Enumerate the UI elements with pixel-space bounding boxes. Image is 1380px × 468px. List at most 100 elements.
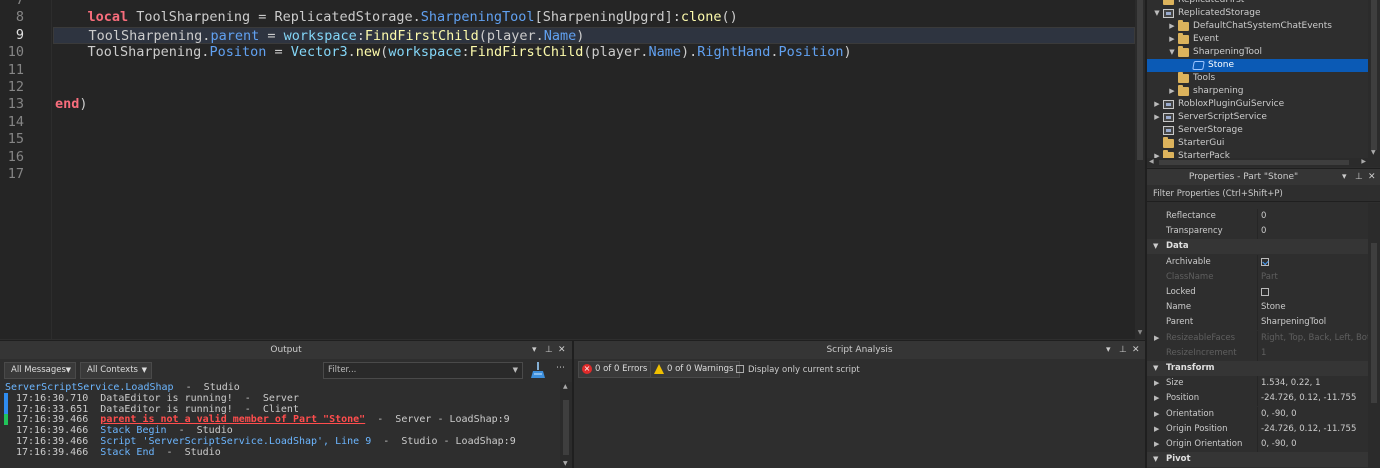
pin-icon[interactable]: ⊥ — [1119, 341, 1127, 359]
output-log-segment[interactable]: Stack Begin — [100, 425, 166, 436]
explorer-item[interactable]: ▼ ReplicatedStorage — [1147, 7, 1368, 20]
code-line[interactable]: end) — [53, 96, 1135, 113]
properties-filter-input[interactable]: Filter Properties (Ctrl+Shift+P) — [1147, 186, 1380, 202]
code-line[interactable] — [53, 131, 1135, 148]
code-line[interactable]: local ToolSharpening = ReplicatedStorage… — [53, 9, 1135, 26]
explorer-horizontal-scrollbar[interactable]: ◀ ▶ — [1147, 158, 1368, 167]
code-area[interactable]: local ToolSharpening = ReplicatedStorage… — [53, 0, 1135, 339]
scroll-down-arrow-icon[interactable]: ▼ — [563, 460, 568, 468]
property-row[interactable]: ▶ Orientation 0, -90, 0 — [1147, 406, 1368, 422]
explorer-item[interactable]: ▶ sharpening — [1147, 85, 1368, 98]
pin-icon[interactable]: ⊥ — [545, 341, 553, 359]
property-row[interactable]: ▶ ResizeableFaces Right, Top, Back, Left, … — [1147, 330, 1368, 346]
explorer-hscroll-thumb[interactable] — [1159, 160, 1349, 165]
code-line[interactable] — [53, 166, 1135, 183]
panel-divider[interactable] — [1145, 0, 1147, 468]
close-icon[interactable]: ✕ — [1368, 169, 1376, 185]
property-row[interactable]: Archivable — [1147, 254, 1368, 270]
property-row[interactable]: ▶ Position -24.726, 0.12, -11.755 — [1147, 391, 1368, 407]
clear-output-icon[interactable] — [530, 361, 546, 379]
property-row[interactable]: ClassName Part — [1147, 269, 1368, 285]
property-row[interactable]: Transparency 0 — [1147, 224, 1368, 240]
property-category[interactable]: ▼ Pivot — [1147, 452, 1368, 468]
errors-toggle-button[interactable]: × 0 of 0 Errors — [578, 361, 654, 378]
output-scrollbar[interactable]: ▲ ▼ — [560, 382, 572, 468]
output-log-line[interactable]: ServerScriptService.LoadShap - Studio — [0, 382, 560, 393]
explorer-item[interactable]: Stone — [1147, 59, 1368, 72]
collapse-arrow-icon[interactable]: ▼ — [1168, 46, 1176, 59]
explorer-item[interactable]: ▶ Event — [1147, 33, 1368, 46]
scroll-down-arrow-icon[interactable]: ▼ — [1371, 149, 1376, 157]
scroll-up-arrow-icon[interactable]: ▲ — [563, 383, 568, 391]
output-log-segment[interactable]: Script 'ServerScriptService.LoadShap', L… — [100, 436, 371, 447]
property-row[interactable]: ▶ Size 1.534, 0.22, 1 — [1147, 376, 1368, 392]
property-row[interactable]: ▶ Origin Position -24.726, 0.12, -11.755 — [1147, 421, 1368, 437]
explorer-item[interactable]: ServerStorage — [1147, 124, 1368, 137]
property-checkbox[interactable] — [1261, 288, 1269, 296]
collapse-arrow-icon[interactable]: ▼ — [1153, 239, 1158, 254]
expand-arrow-icon[interactable]: ▶ — [1154, 331, 1159, 346]
collapse-arrow-icon[interactable]: ▼ — [1153, 7, 1161, 20]
property-value[interactable]: SharpeningTool — [1261, 315, 1368, 330]
output-log-line[interactable]: 17:16:39.466 Script 'ServerScriptService… — [0, 436, 560, 447]
chevron-down-icon[interactable]: ▾ — [1342, 169, 1347, 185]
scroll-right-arrow-icon[interactable]: ▶ — [1361, 158, 1366, 166]
properties-scrollbar-thumb[interactable] — [1371, 243, 1377, 403]
explorer-item[interactable]: Tools — [1147, 72, 1368, 85]
close-icon[interactable]: ✕ — [558, 341, 566, 359]
output-log-line[interactable]: 17:16:39.466 parent is not a valid membe… — [0, 414, 560, 426]
expand-arrow-icon[interactable]: ▶ — [1154, 437, 1159, 452]
property-value[interactable]: 1 — [1261, 346, 1368, 361]
property-row[interactable]: Reflectance 0 — [1147, 209, 1368, 224]
expand-arrow-icon[interactable]: ▶ — [1153, 98, 1161, 111]
explorer-item[interactable]: ▶ ServerScriptService — [1147, 111, 1368, 124]
output-log-segment[interactable]: Stack End — [100, 447, 154, 458]
property-value[interactable]: -24.726, 0.12, -11.755 — [1261, 391, 1368, 406]
property-row[interactable]: Name Stone — [1147, 300, 1368, 316]
expand-arrow-icon[interactable]: ▶ — [1168, 20, 1176, 33]
output-log-segment[interactable]: parent is not a valid member of Part "St… — [100, 414, 365, 425]
code-line[interactable] — [53, 0, 1135, 9]
close-icon[interactable]: ✕ — [1132, 341, 1140, 359]
property-category[interactable]: ▼ Transform — [1147, 361, 1368, 376]
explorer-item[interactable]: ▼ SharpeningTool — [1147, 46, 1368, 59]
output-scrollbar-thumb[interactable] — [563, 400, 569, 455]
output-filter-input[interactable]: Filter... ▼ — [323, 362, 523, 379]
output-log-line[interactable]: 17:16:30.710 DataEditor is running! - Se… — [0, 392, 560, 404]
property-row[interactable]: ▶ Origin Orientation 0, -90, 0 — [1147, 437, 1368, 452]
code-line[interactable] — [53, 79, 1135, 96]
code-line[interactable] — [53, 62, 1135, 79]
property-value[interactable]: 0 — [1261, 224, 1368, 239]
property-checkbox[interactable] — [1261, 257, 1269, 266]
scroll-down-arrow-icon[interactable]: ▼ — [1136, 329, 1144, 337]
editor-scrollbar[interactable]: ▼ — [1135, 0, 1145, 339]
expand-arrow-icon[interactable]: ▶ — [1153, 111, 1161, 124]
property-row[interactable]: Locked — [1147, 285, 1368, 300]
code-line[interactable] — [53, 114, 1135, 131]
property-value[interactable]: Right, Top, Back, Left, Bot... — [1261, 331, 1368, 346]
property-row[interactable]: Parent SharpeningTool — [1147, 315, 1368, 331]
explorer-item[interactable]: ▶ RobloxPluginGuiService — [1147, 98, 1368, 111]
property-value[interactable]: Part — [1261, 270, 1368, 285]
collapse-arrow-icon[interactable]: ▼ — [1153, 361, 1158, 376]
explorer-vertical-scrollbar[interactable]: ▼ — [1368, 0, 1380, 167]
code-line[interactable]: ToolSharpening.parent = workspace:FindFi… — [53, 26, 1135, 45]
current-script-only-toggle[interactable]: Display only current script — [736, 365, 860, 375]
current-script-only-checkbox[interactable] — [736, 365, 744, 373]
explorer-item[interactable]: ReplicatedFirst — [1147, 0, 1368, 7]
expand-arrow-icon[interactable]: ▶ — [1154, 422, 1159, 437]
property-value[interactable]: Stone — [1261, 300, 1368, 315]
chevron-down-icon[interactable]: ▼ — [513, 363, 518, 378]
pin-icon[interactable]: ⊥ — [1355, 169, 1363, 185]
explorer-item[interactable]: StarterGui — [1147, 137, 1368, 150]
properties-scrollbar[interactable] — [1368, 203, 1380, 468]
code-line[interactable] — [53, 149, 1135, 166]
scroll-left-arrow-icon[interactable]: ◀ — [1149, 158, 1154, 166]
output-log-line[interactable]: 17:16:39.466 Stack Begin - Studio — [0, 425, 560, 436]
property-value[interactable]: -24.726, 0.12, -11.755 — [1261, 422, 1368, 437]
output-log-line[interactable]: 17:16:33.651 DataEditor is running! - Cl… — [0, 403, 560, 415]
panel-divider[interactable] — [572, 340, 574, 468]
editor-scrollbar-thumb[interactable] — [1137, 0, 1143, 160]
expand-arrow-icon[interactable]: ▶ — [1168, 85, 1176, 98]
explorer-scrollbar-thumb[interactable] — [1371, 0, 1377, 150]
